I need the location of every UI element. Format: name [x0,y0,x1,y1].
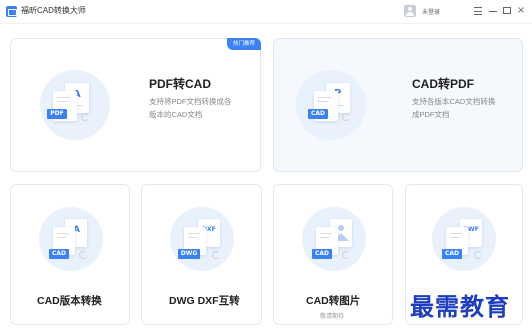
convert-icon [342,113,350,121]
close-icon: × [516,5,526,16]
cad-tag: CAD [308,109,328,119]
hot-recommend-badge: 热门推荐 [226,38,261,50]
cad-version-illustration: A CAD [35,203,107,275]
convert-icon [474,251,482,259]
pdf-to-cad-card[interactable]: 热门推荐 A PDF PDF转CAD 支持将PDF文档转换成各 版本的CAD文档 [10,38,261,172]
cad-to-pdf-illustration: P CAD [296,65,376,145]
pdf-to-cad-illustration: A PDF [35,65,115,145]
card-title: CAD转PDF [412,77,474,91]
menu-icon [474,7,482,15]
cad-version-convert-card[interactable]: A CAD CAD版本转换 [10,184,130,325]
cad-to-image-card[interactable]: CAD CAD转图片 敬请期待 [273,184,393,325]
title-bar: 福昕CAD转换大师 未登录 × [0,0,532,24]
minimize-button[interactable] [487,4,499,18]
dwg-dxf-convert-card[interactable]: DXF DWG DWG DXF互转 [141,184,262,325]
cad-tag: CAD [312,249,332,259]
convert-icon [212,251,220,259]
description-line: 版本的CAD文档 [149,110,203,119]
description-line: 支持各版本CAD文档转换 [412,97,496,106]
convert-icon [79,251,87,259]
maximize-icon [503,7,511,14]
cad-to-dwf-illustration: DWF CAD [428,203,500,275]
user-avatar-icon[interactable] [404,5,416,17]
card-title: PDF转CAD [149,77,211,91]
description-line: 支持将PDF文档转换成各 [149,97,232,106]
convert-icon [81,113,89,121]
card-title: CAD版本转换 [37,295,102,307]
minimize-icon [489,11,497,12]
maximize-button[interactable] [501,4,513,18]
cad-tag: CAD [442,249,462,259]
card-description: 支持各版本CAD文档转换 成PDF文档 [412,95,495,121]
login-link[interactable]: 未登录 [422,7,440,16]
description-line: 成PDF文档 [412,110,450,119]
pdf-tag: PDF [47,109,67,119]
card-description: 支持将PDF文档转换成各 版本的CAD文档 [149,95,232,121]
cad-to-image-illustration: CAD [298,203,370,275]
cad-tag: CAD [49,249,69,259]
convert-icon [342,251,350,259]
coming-soon-label: 敬请期待 [320,314,345,320]
close-button[interactable]: × [515,4,527,18]
menu-button[interactable] [472,4,484,18]
app-title: 福昕CAD转换大师 [21,6,86,15]
cad-to-pdf-card[interactable]: P CAD CAD转PDF 支持各版本CAD文档转换 成PDF文档 [273,38,523,172]
dwg-tag: DWG [178,249,200,259]
dwg-dxf-illustration: DXF DWG [166,203,238,275]
card-title: DWG DXF互转 [169,295,240,307]
app-logo-icon [6,6,17,17]
image-sun-icon [338,225,344,231]
card-title: CAD转图片 [306,295,361,307]
watermark-text: 最需教育 [410,292,510,321]
